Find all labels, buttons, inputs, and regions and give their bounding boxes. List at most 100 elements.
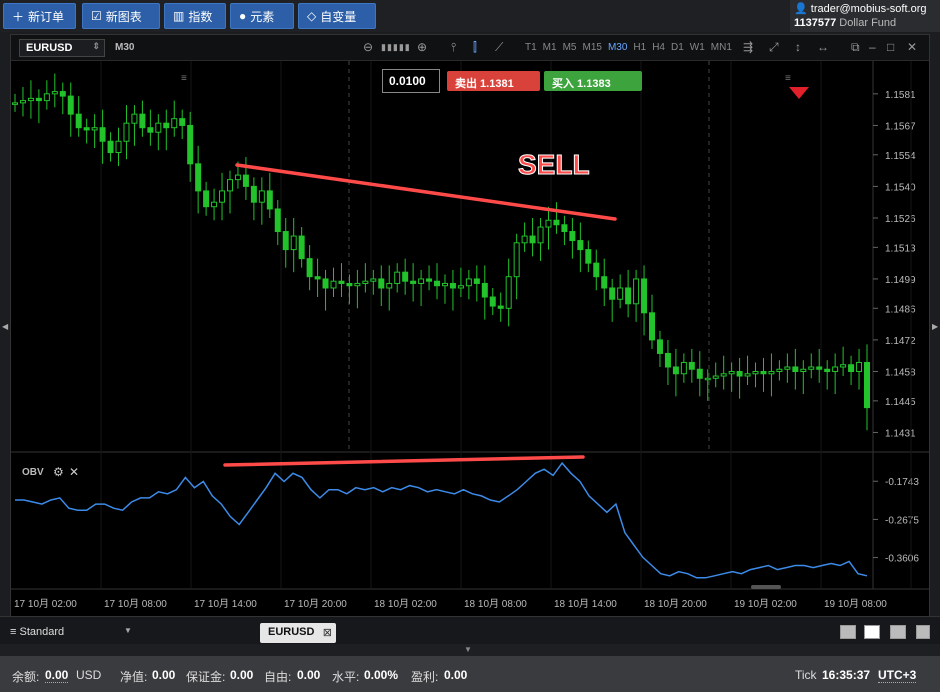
price-chart[interactable]: ≡ ≡ 1.15811.15671.15541.15401.15261.1513…	[11, 61, 929, 616]
candle-body	[282, 231, 289, 251]
candle-body	[226, 179, 233, 192]
minimize-icon[interactable]: –	[869, 40, 876, 54]
tf-h4[interactable]: H4	[652, 42, 665, 53]
layout-grid-icon[interactable]	[864, 625, 880, 639]
time-scrollbar[interactable]	[751, 585, 781, 589]
horizontal-fit-icon[interactable]: ↔	[817, 40, 829, 54]
candle-body	[465, 278, 472, 287]
candle-body	[19, 100, 26, 104]
free-label: 自由:	[264, 670, 292, 684]
panel-splitter[interactable]: ▼	[0, 644, 940, 656]
candle-body	[680, 361, 687, 375]
candle-body	[354, 282, 361, 287]
candle-body	[322, 278, 329, 289]
layout-columns-icon[interactable]	[890, 625, 906, 639]
level-value: 0.00%	[364, 668, 399, 682]
timezone-selector[interactable]: UTC+3	[878, 668, 917, 683]
close-icon[interactable]: ✕	[907, 40, 917, 54]
candle-body	[672, 366, 679, 375]
chart-tab-eurusd[interactable]: EURUSD ⊠	[260, 623, 336, 643]
time-tick-label: 17 10月 02:00	[14, 598, 77, 610]
chevron-down-icon[interactable]: ▼	[124, 626, 132, 635]
tf-m30[interactable]: M30	[608, 42, 627, 53]
sell-annotation[interactable]: SELL	[518, 149, 591, 181]
pane-menu-icon-right[interactable]: ≡	[785, 73, 791, 84]
candle-body	[91, 127, 98, 131]
variables-button[interactable]: ◇ 自变量	[298, 3, 376, 29]
popout-icon[interactable]: ⧉	[851, 40, 860, 55]
candle-body	[633, 278, 640, 305]
pane-menu-icon[interactable]: ≡	[181, 73, 187, 84]
timeframe-list: T1 M1 M5 M15 M30 H1 H4 D1 W1 MN1	[525, 42, 732, 53]
chart-toolbar: EURUSD ⇕ M30 ⊖ ▮▮▮▮▮ ⊕ ⫯ ⫿ ⟋ T1 M1 M5 M1…	[11, 35, 929, 61]
indicators-button[interactable]: ▥ 指数	[164, 3, 226, 29]
tf-h1[interactable]: H1	[633, 42, 646, 53]
candle-body	[274, 208, 281, 233]
candle-body	[505, 276, 512, 309]
left-collapse-icon[interactable]: ◀	[2, 322, 8, 331]
sell-button[interactable]: 卖出 1.1381	[447, 71, 540, 91]
splitter-arrow-icon[interactable]: ▼	[464, 645, 472, 654]
candle-body	[346, 282, 353, 287]
candle-body	[856, 361, 863, 373]
indicators-label: 指数	[188, 9, 213, 24]
tf-m5[interactable]: M5	[563, 42, 577, 53]
right-collapse-icon[interactable]: ▶	[932, 322, 938, 331]
candle-type-icon[interactable]: ⫿	[473, 40, 477, 55]
gear-icon[interactable]: ⚙	[53, 465, 64, 479]
time-tick-label: 17 10月 08:00	[104, 598, 167, 610]
close-tab-icon[interactable]: ⊠	[323, 626, 332, 639]
tf-m15[interactable]: M15	[582, 42, 601, 53]
tf-w1[interactable]: W1	[690, 42, 705, 53]
time-tick-label: 19 10月 08:00	[824, 598, 887, 610]
bar-type-icon[interactable]: ⫯	[451, 40, 456, 55]
tick-label: Tick	[795, 668, 817, 682]
zoom-out-icon[interactable]: ⊖	[363, 40, 373, 54]
new-chart-button[interactable]: ☑ 新图表	[82, 3, 160, 29]
candle-body	[27, 97, 34, 102]
layout-select[interactable]: ≡ Standard	[10, 626, 64, 638]
tf-mn1[interactable]: MN1	[711, 42, 732, 53]
remove-indicator-icon[interactable]: ✕	[69, 465, 79, 479]
candle-body	[35, 97, 42, 102]
shapes-icon: ●	[239, 9, 247, 23]
candle-body	[242, 174, 249, 187]
chart-icon: ☑	[91, 9, 102, 23]
layout-rows-icon[interactable]	[916, 625, 930, 639]
layout-single-icon[interactable]	[840, 625, 856, 639]
candle-body	[434, 280, 441, 287]
new-order-button[interactable]: ＋ 新订单	[3, 3, 76, 29]
zoom-slider[interactable]: ▮▮▮▮▮	[381, 42, 411, 53]
zoom-in-icon[interactable]: ⊕	[417, 40, 427, 54]
autoscale-icon[interactable]: ⤢	[769, 40, 779, 55]
tf-m1[interactable]: M1	[543, 42, 557, 53]
lot-input[interactable]: 0.0100	[382, 69, 440, 93]
format-icon[interactable]: ⇶	[743, 40, 753, 54]
elements-button[interactable]: ● 元素	[230, 3, 294, 29]
buy-button[interactable]: 买入 1.1383	[544, 71, 642, 91]
candle-body	[609, 287, 616, 300]
line-type-icon[interactable]: ⟋	[495, 40, 503, 55]
balance-value[interactable]: 0.00	[45, 668, 69, 683]
tf-d1[interactable]: D1	[671, 42, 684, 53]
candle-body	[688, 361, 695, 370]
candle-body	[728, 371, 735, 375]
candle-body	[569, 231, 576, 242]
candle-body	[792, 366, 799, 373]
candle-body	[362, 280, 369, 284]
symbol-label: EURUSD	[26, 42, 73, 54]
vertical-fit-icon[interactable]: ↕	[795, 40, 801, 54]
symbol-selector[interactable]: EURUSD ⇕	[19, 39, 105, 57]
margin-label: 保证金:	[186, 670, 226, 684]
candle-body	[521, 235, 528, 244]
time-tick-label: 19 10月 02:00	[734, 598, 797, 610]
layout-name: Standard	[19, 626, 65, 638]
maximize-icon[interactable]: □	[887, 40, 894, 54]
candle-body	[203, 190, 210, 208]
candle-body	[704, 377, 711, 381]
candle-body	[513, 242, 520, 278]
candle-body	[370, 278, 377, 282]
candle-body	[211, 201, 218, 208]
account-info[interactable]: 👤 trader@mobius-soft.org 1137577 Dollar …	[790, 0, 940, 32]
tf-t1[interactable]: T1	[525, 42, 537, 53]
